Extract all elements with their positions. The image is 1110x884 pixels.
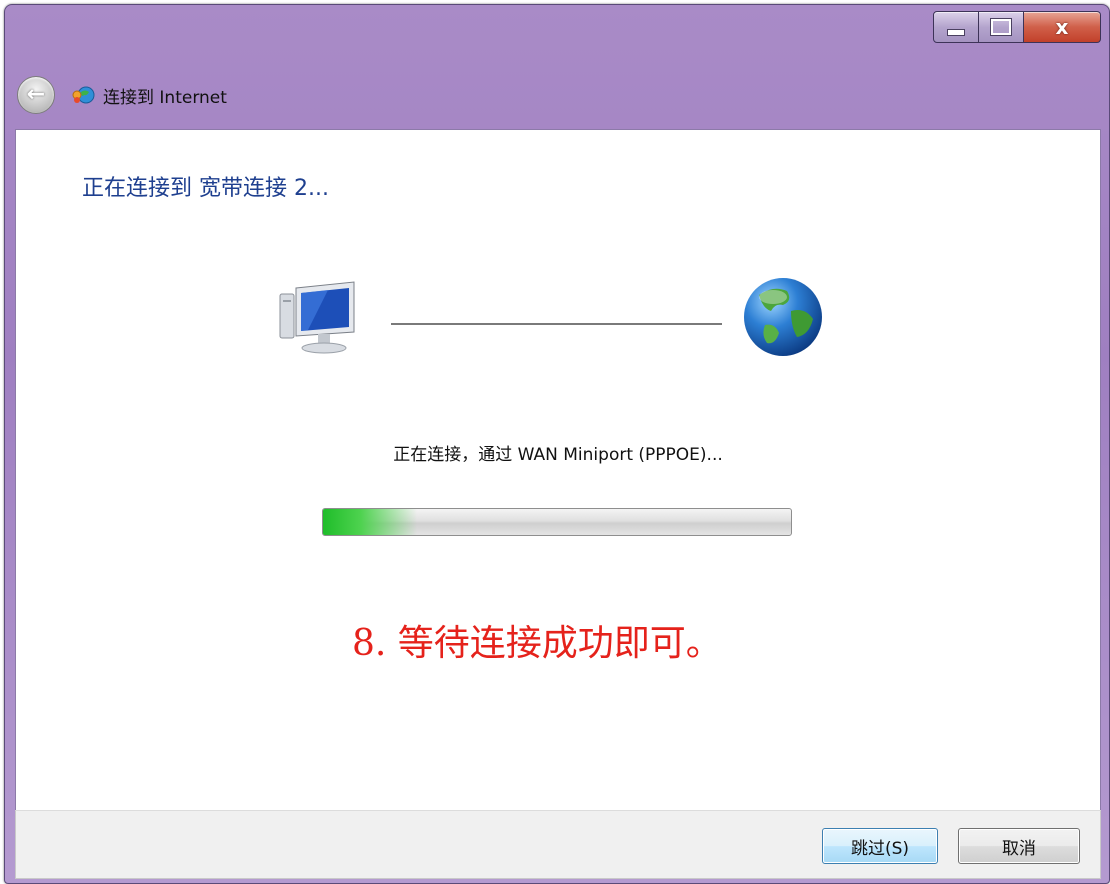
wizard-content: 正在连接到 宽带连接 2... 正在连接，通过 WAN Miniport (PP…	[15, 129, 1101, 811]
connect-window: x ← 连接到 Internet 正在连接到 宽带连接 2... 正在连接，通过…	[4, 4, 1110, 884]
minimize-icon	[947, 28, 965, 36]
close-button[interactable]: x	[1024, 11, 1101, 43]
status-text: 正在连接，通过 WAN Miniport (PPPOE)...	[393, 445, 723, 465]
progress-fill	[323, 509, 417, 535]
close-icon: x	[1055, 15, 1069, 39]
window-controls: x	[933, 11, 1101, 43]
maximize-button[interactable]	[979, 11, 1024, 43]
connection-progress-bar	[322, 508, 792, 536]
instruction-annotation: 8. 等待连接成功即可。	[352, 623, 722, 664]
globe-icon	[744, 278, 822, 356]
button-bar: 跳过(S) 取消	[15, 810, 1101, 879]
title-bar: x	[5, 5, 1109, 65]
nav-bar: ← 连接到 Internet	[17, 73, 227, 117]
network-icon	[72, 86, 95, 104]
minimize-button[interactable]	[933, 11, 979, 43]
back-arrow-icon: ←	[26, 82, 46, 107]
connection-line	[391, 323, 722, 325]
maximize-icon	[990, 18, 1012, 36]
back-button[interactable]: ←	[17, 76, 55, 114]
skip-button[interactable]: 跳过(S)	[822, 828, 938, 864]
page-heading: 正在连接到 宽带连接 2...	[82, 176, 329, 201]
cancel-button[interactable]: 取消	[958, 828, 1080, 864]
computer-icon	[279, 281, 355, 354]
window-title: 连接到 Internet	[103, 87, 227, 108]
